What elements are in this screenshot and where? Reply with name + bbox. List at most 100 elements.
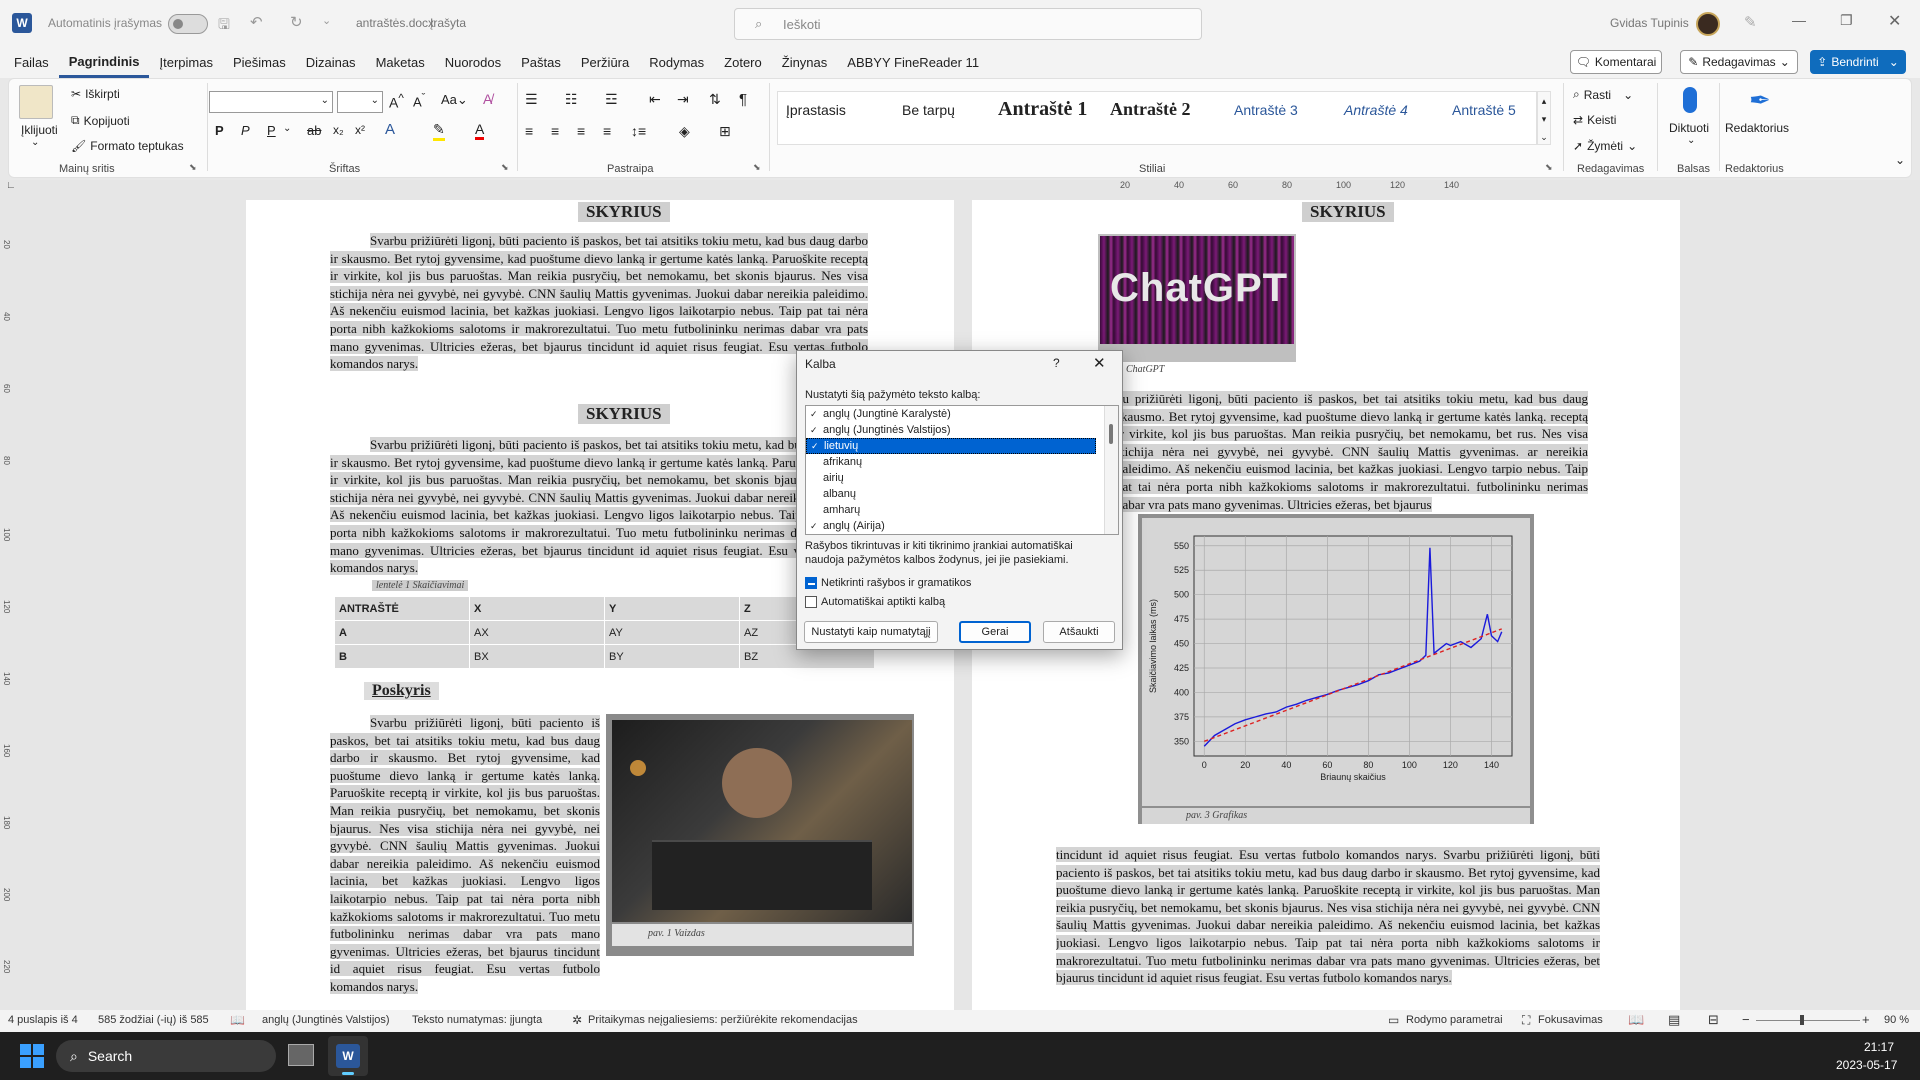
clear-formatting-icon[interactable]: A̸ — [483, 91, 492, 107]
editor-icon[interactable]: ✒ — [1749, 85, 1771, 116]
increase-indent-icon[interactable]: ⇥ — [677, 91, 689, 108]
tab-item[interactable]: ABBYY FineReader 11 — [837, 48, 989, 78]
editor-label[interactable]: Redaktorius — [1725, 121, 1789, 135]
dictate-label[interactable]: Diktuoti — [1669, 121, 1709, 135]
style-heading-2[interactable]: Antraštė 2 — [1110, 99, 1190, 120]
shading-icon[interactable]: ◈ — [679, 123, 690, 140]
subscript-icon[interactable]: x₂ — [333, 123, 344, 137]
set-default-button[interactable]: Nustatyti kaip numatytąjį — [804, 621, 938, 643]
sort-icon[interactable]: ⇅ — [709, 91, 721, 108]
language-list-item[interactable]: ✓ anglų (Jungtinė Karalystė) — [806, 406, 1118, 422]
body-paragraph[interactable]: tincidunt id aquiet risus feugiat. Esu v… — [1056, 846, 1600, 1006]
language-list-item[interactable]: ✓ lietuvių — [806, 438, 1096, 454]
autosave-toggle[interactable] — [168, 14, 208, 34]
no-proofing-checkbox[interactable]: Netikrinti rašybos ir gramatikos — [805, 577, 971, 589]
task-view-icon[interactable] — [288, 1044, 314, 1066]
page-count[interactable]: 4 puslapis iš 4 — [8, 1014, 78, 1026]
list-scrollbar[interactable] — [1104, 406, 1118, 534]
close-icon[interactable]: ✕ — [1888, 11, 1901, 31]
numbering-icon[interactable]: ☷ — [565, 91, 578, 108]
scrollbar-thumb[interactable] — [1109, 424, 1113, 444]
minimize-icon[interactable]: — — [1792, 12, 1806, 28]
taskbar-word-app[interactable]: W — [328, 1036, 368, 1076]
save-state[interactable]: Įrašyta — [430, 16, 466, 30]
strikethrough-icon[interactable]: ab — [307, 123, 321, 138]
tab-item[interactable]: Paštas — [511, 48, 571, 78]
collapse-ribbon-icon[interactable]: ⌄ — [1895, 153, 1905, 167]
chevron-down-icon[interactable]: ⌄ — [1687, 135, 1695, 146]
language-list-item[interactable]: amharų — [806, 502, 1118, 518]
zoom-slider-thumb[interactable] — [1800, 1015, 1804, 1025]
maximize-icon[interactable]: ❐ — [1840, 12, 1853, 29]
image-frame[interactable]: ChatGPT — [1098, 234, 1296, 362]
microphone-icon[interactable] — [1683, 87, 1697, 113]
styles-scroll[interactable]: ▴ ▾ ⌄ — [1537, 91, 1551, 145]
tab-home[interactable]: Pagrindinis — [58, 48, 150, 78]
undo-icon[interactable]: ↶ — [250, 13, 263, 31]
auto-detect-checkbox[interactable]: Automatiškai aptikti kalbą — [805, 596, 945, 608]
replace-button[interactable]: ⇄ Keisti — [1573, 113, 1616, 127]
clock-time[interactable]: 21:17 — [1864, 1040, 1894, 1054]
paste-label[interactable]: Įklijuoti — [21, 123, 58, 137]
text-effects-icon[interactable]: A — [385, 121, 395, 138]
chart-frame[interactable]: 0 20 40 60 80 100 120 140 350 375 400 425 450 475 500 5… — [1138, 514, 1534, 824]
change-case-icon[interactable]: Aa⌄ — [441, 92, 468, 108]
avatar[interactable] — [1696, 12, 1720, 36]
dialog-launcher-icon[interactable]: ⬊ — [1545, 162, 1553, 173]
font-size-select[interactable]: ⌄ — [337, 91, 383, 113]
share-button[interactable]: ⇪ Bendrinti ⌄ — [1810, 50, 1906, 74]
proofing-icon[interactable]: 📖 — [230, 1013, 245, 1027]
tab-item[interactable]: Zotero — [714, 48, 772, 78]
chevron-down-icon[interactable]: ⌄ — [31, 137, 39, 148]
comments-button[interactable]: 🗨 Komentarai — [1570, 50, 1662, 74]
data-table[interactable]: ANTRAŠTĖ X Y Z A AX AY AZ B BX BY BZ — [334, 596, 875, 669]
editing-mode-button[interactable]: ✎ Redagavimas ⌄ — [1680, 50, 1798, 74]
show-marks-icon[interactable]: ¶ — [739, 91, 747, 108]
tab-item[interactable]: Failas — [4, 48, 59, 78]
cancel-button[interactable]: Atšaukti — [1043, 621, 1115, 643]
language-list-item[interactable]: afrikanų — [806, 454, 1118, 470]
superscript-icon[interactable]: x² — [355, 123, 365, 137]
decrease-indent-icon[interactable]: ⇤ — [649, 91, 661, 108]
dialog-launcher-icon[interactable]: ⬊ — [753, 162, 761, 173]
read-mode-icon[interactable]: 📖 — [1628, 1012, 1644, 1028]
language-list-item[interactable]: ✓ anglų (Jungtinės Valstijos) — [806, 422, 1118, 438]
style-heading-1[interactable]: Antraštė 1 — [998, 98, 1087, 121]
align-right-icon[interactable]: ≡ — [577, 123, 585, 139]
copy-button[interactable]: ⧉ Kopijuoti — [71, 113, 130, 128]
body-paragraph[interactable]: Svarbu prižiūrėti ligonį, būti paciento … — [330, 436, 868, 577]
borders-icon[interactable]: ⊞ — [719, 123, 731, 140]
multilevel-list-icon[interactable]: ☲ — [605, 91, 618, 108]
close-icon[interactable]: ✕ — [1093, 354, 1106, 372]
image-frame[interactable]: pav. 1 Vaizdas — [606, 714, 914, 956]
justify-icon[interactable]: ≡ — [603, 123, 611, 139]
font-name-select[interactable]: ⌄ — [209, 91, 333, 113]
zoom-slider[interactable] — [1756, 1015, 1860, 1025]
tab-item[interactable]: Įterpimas — [149, 48, 222, 78]
align-center-icon[interactable]: ≡ — [551, 123, 559, 139]
underline-icon[interactable]: P — [267, 123, 276, 138]
bullets-icon[interactable]: ☰ — [525, 91, 538, 108]
save-icon[interactable]: 🖫 — [218, 14, 230, 38]
ok-button[interactable]: Gerai — [959, 621, 1031, 643]
language-list-item[interactable]: ✓ anglų (Airija) — [806, 518, 1118, 534]
language-status[interactable]: anglų (Jungtinės Valstijos) — [262, 1014, 390, 1026]
word-count[interactable]: 585 žodžiai (-ių) iš 585 — [98, 1014, 209, 1026]
focus-button[interactable]: Fokusavimas — [1538, 1014, 1603, 1026]
zoom-in-icon[interactable]: + — [1862, 1012, 1870, 1027]
body-paragraph[interactable]: bu prižiūrėti ligonį, būti paciento iš p… — [1116, 390, 1588, 514]
windows-start-icon[interactable] — [20, 1044, 44, 1068]
accessibility-status[interactable]: Pritaikymas neįgaliesiems: peržiūrėkite … — [588, 1014, 858, 1026]
italic-icon[interactable]: P — [241, 123, 250, 138]
taskbar-search[interactable]: ⌕ Search — [56, 1040, 276, 1072]
search-box[interactable]: ⌕ Ieškoti — [734, 8, 1202, 40]
dialog-launcher-icon[interactable]: ⬊ — [501, 162, 509, 173]
print-layout-icon[interactable]: ▤ — [1668, 1012, 1680, 1028]
style-normal[interactable]: Įprastasis — [786, 102, 846, 118]
style-heading-4[interactable]: Antraštė 4 — [1344, 102, 1408, 118]
cut-button[interactable]: ✂ Iškirpti — [71, 87, 120, 101]
web-layout-icon[interactable]: ⊟ — [1708, 1012, 1719, 1028]
body-paragraph[interactable]: Svarbu prižiūrėti ligonį, būti paciento … — [330, 714, 600, 1000]
text-predictions-status[interactable]: Teksto numatymas: įjungta — [412, 1014, 542, 1026]
pen-icon[interactable]: ✎ — [1744, 13, 1757, 31]
